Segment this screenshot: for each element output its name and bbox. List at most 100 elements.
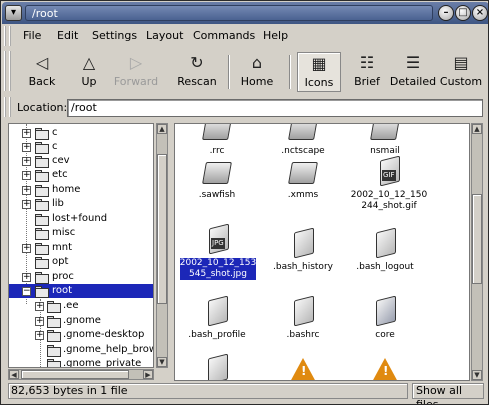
file-item-selected[interactable]: JPG 2002_10_12_153 545_shot.jpg: [175, 223, 263, 281]
menu-commands[interactable]: Commands: [193, 29, 255, 42]
directory-tree[interactable]: + c + c + cev + etc + home + lib lost+fo…: [8, 123, 154, 368]
menu-file[interactable]: File: [23, 29, 41, 42]
scroll-up-icon[interactable]: ▲: [472, 124, 482, 134]
menu-layout[interactable]: Layout: [146, 29, 183, 42]
scroll-left-icon[interactable]: ◀: [9, 370, 19, 379]
tree-item[interactable]: + etc: [9, 168, 153, 182]
expand-icon[interactable]: +: [35, 302, 44, 311]
toolbar-handle[interactable]: [4, 51, 11, 91]
folder-icon: [47, 359, 61, 367]
folder-icon: [35, 199, 49, 211]
tree-item[interactable]: + .gnome: [9, 314, 153, 328]
file-item[interactable]: .bash_history: [261, 227, 345, 273]
up-arrow-icon: △: [82, 53, 96, 72]
close-icon[interactable]: ×: [472, 5, 488, 21]
tree-vertical-scrollbar[interactable]: ▲ ▼: [156, 123, 168, 368]
icons-view-button[interactable]: ▦ Icons: [297, 52, 341, 92]
tree-item[interactable]: .gnome_private: [9, 357, 153, 367]
file-manager-window: ▾ /root – □ × File Edit Settings Layout …: [0, 0, 489, 405]
tree-item[interactable]: + c: [9, 126, 153, 140]
collapse-icon[interactable]: −: [22, 287, 31, 296]
scroll-down-icon[interactable]: ▼: [157, 357, 167, 367]
file-item[interactable]: .bashrc: [261, 295, 345, 341]
back-arrow-icon: ◁: [35, 53, 49, 72]
home-button[interactable]: ⌂ Home: [237, 52, 277, 92]
document-icon: [294, 227, 314, 259]
tree-item[interactable]: + home: [9, 183, 153, 197]
back-button[interactable]: ◁ Back: [21, 52, 63, 92]
file-item[interactable]: GIF 2002_10_12_150 244_shot.gif: [343, 155, 435, 212]
location-input[interactable]: /root: [67, 99, 483, 117]
tree-item[interactable]: lost+found: [9, 212, 153, 226]
tree-item[interactable]: + lib: [9, 197, 153, 211]
tree-item[interactable]: + c: [9, 140, 153, 154]
expand-icon[interactable]: +: [22, 186, 31, 195]
forward-arrow-icon: ▷: [129, 53, 143, 72]
tree-item[interactable]: opt: [9, 255, 153, 269]
location-bar-handle[interactable]: [4, 97, 11, 117]
tree-horizontal-scrollbar[interactable]: ◀ ▶: [8, 369, 154, 380]
tree-item[interactable]: + mnt: [9, 241, 153, 255]
scroll-up-icon[interactable]: ▲: [157, 124, 167, 134]
detailed-view-button[interactable]: ☰ Detailed: [389, 52, 437, 92]
document-icon: [376, 227, 396, 259]
brief-view-button[interactable]: ☷ Brief: [347, 52, 387, 92]
tree-item[interactable]: + .ee: [9, 299, 153, 313]
title-area: /root: [25, 5, 433, 21]
icon-view-vertical-scrollbar[interactable]: ▲ ▼: [471, 123, 483, 381]
expand-icon[interactable]: +: [35, 317, 44, 326]
file-item[interactable]: !: [261, 354, 345, 380]
file-item[interactable]: .sawfish: [175, 156, 259, 201]
rescan-button[interactable]: ↻ Rescan: [173, 52, 221, 92]
scroll-right-icon[interactable]: ▶: [143, 370, 153, 379]
expand-icon[interactable]: +: [22, 200, 31, 209]
scroll-thumb[interactable]: [157, 154, 167, 304]
folder-icon: [35, 272, 49, 284]
file-item[interactable]: .bash_profile: [175, 295, 259, 341]
scroll-thumb[interactable]: [472, 194, 482, 284]
expand-icon[interactable]: +: [35, 331, 44, 340]
expand-icon[interactable]: +: [22, 157, 31, 166]
minimize-icon[interactable]: –: [438, 5, 454, 21]
file-item[interactable]: .rrc: [175, 124, 259, 157]
file-item[interactable]: !: [343, 354, 427, 380]
toolbar-separator: [228, 55, 230, 89]
file-item[interactable]: .xmms: [261, 156, 345, 201]
file-item[interactable]: .nctscape: [261, 124, 345, 157]
menu-settings[interactable]: Settings: [92, 29, 137, 42]
expand-icon[interactable]: +: [22, 273, 31, 282]
tree-item[interactable]: misc: [9, 226, 153, 240]
show-all-files-filter[interactable]: Show all files: [412, 383, 484, 404]
document-icon: [208, 353, 228, 380]
folder-icon: [35, 142, 49, 154]
expand-icon[interactable]: +: [22, 171, 31, 180]
tree-item[interactable]: .gnome_help_brow: [9, 343, 153, 357]
tree-item[interactable]: + .gnome-desktop: [9, 328, 153, 342]
maximize-icon[interactable]: □: [455, 5, 471, 21]
window-menu-icon[interactable]: ▾: [5, 5, 22, 21]
folder-icon: [35, 156, 49, 168]
file-icon-view[interactable]: .rrc .nctscape nsmail .sawfish .xmms GIF…: [174, 123, 470, 381]
title-bar[interactable]: ▾ /root – □ ×: [2, 2, 488, 24]
forward-button[interactable]: ▷ Forward: [111, 52, 161, 92]
file-item[interactable]: [175, 353, 259, 380]
scroll-down-icon[interactable]: ▼: [472, 370, 482, 380]
file-item[interactable]: core: [343, 295, 427, 341]
up-button[interactable]: △ Up: [71, 52, 107, 92]
folder-icon: [288, 162, 318, 184]
folder-icon: [35, 128, 49, 140]
custom-view-button[interactable]: ▤ Custom: [439, 52, 483, 92]
menubar-handle[interactable]: [4, 26, 11, 46]
expand-icon[interactable]: +: [22, 244, 31, 253]
folder-icon: [35, 257, 49, 269]
tree-item[interactable]: + cev: [9, 154, 153, 168]
file-item[interactable]: nsmail: [343, 124, 427, 157]
menu-edit[interactable]: Edit: [57, 29, 78, 42]
menu-help[interactable]: Help: [263, 29, 288, 42]
expand-icon[interactable]: +: [22, 143, 31, 152]
expand-icon[interactable]: +: [22, 129, 31, 138]
tree-item[interactable]: + proc: [9, 270, 153, 284]
tree-item-selected[interactable]: − root: [9, 284, 153, 298]
file-item[interactable]: .bash_logout: [343, 227, 427, 273]
scroll-thumb[interactable]: [21, 370, 129, 379]
